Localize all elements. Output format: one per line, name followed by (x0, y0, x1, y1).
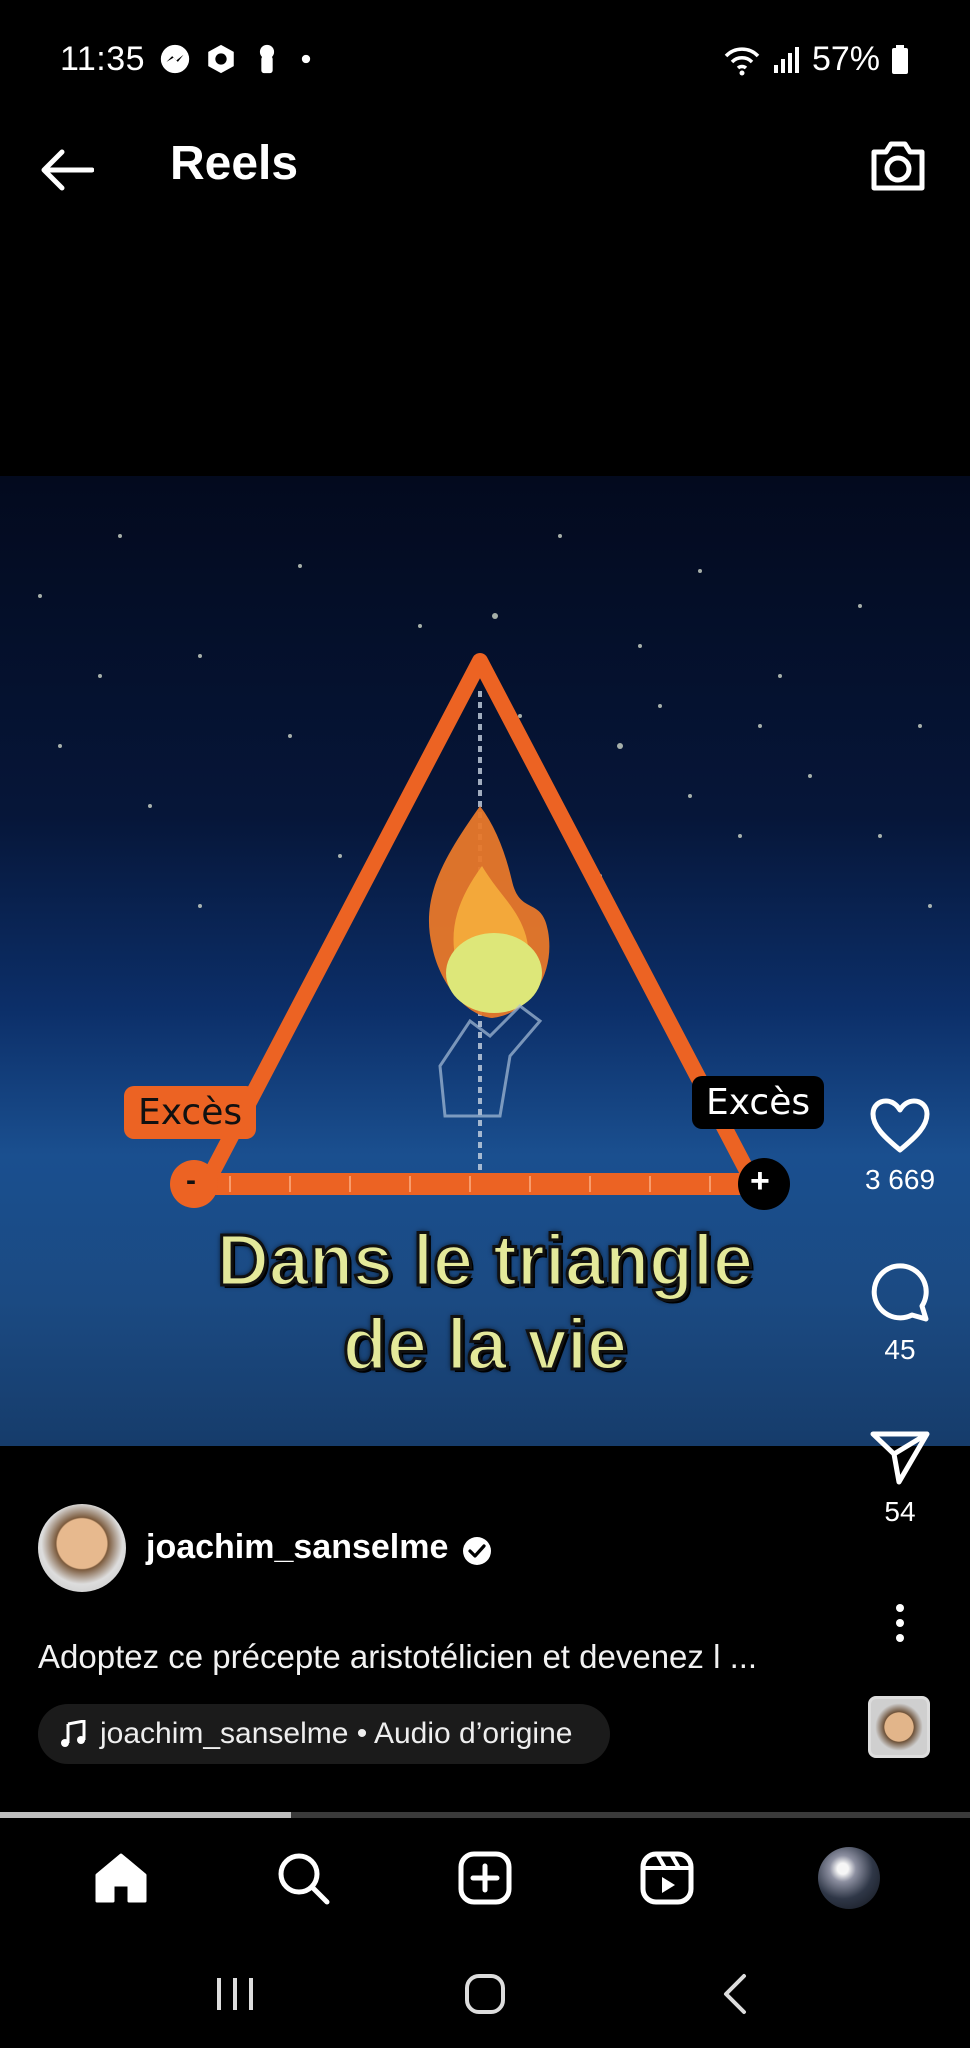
system-navigation-bar (0, 1940, 970, 2048)
page-title: Reels (170, 137, 299, 190)
minus-sign: - (186, 1164, 196, 1197)
status-bar: 11:35 57% (0, 0, 970, 120)
wifi-icon (724, 46, 760, 75)
keyhole-icon (259, 44, 275, 74)
app-icon (208, 44, 234, 74)
back-chevron-icon (724, 1974, 746, 2014)
bottom-nav (0, 1818, 970, 1938)
heart-icon[interactable] (869, 1098, 931, 1154)
home-icon (95, 1853, 147, 1903)
like-action[interactable]: 3 669 (850, 1098, 950, 1196)
video-caption-line-2: de la vie (341, 1304, 628, 1387)
dot-icon (301, 54, 311, 64)
music-note-icon (61, 1720, 86, 1747)
audio-pill[interactable]: joachim_sanselme • Audio d’origine (38, 1704, 611, 1764)
system-home-button[interactable] (445, 1959, 525, 2029)
label-exces-right: Excès (692, 1076, 825, 1129)
system-back-button[interactable] (695, 1959, 775, 2029)
reel-video[interactable]: Excès Excès - + Dans le triangle de la v… (0, 476, 970, 1446)
status-system-icons: 57% (722, 40, 910, 79)
search-icon (278, 1853, 330, 1905)
arrow-left-icon (41, 149, 94, 191)
audio-label: joachim_sanselme • Audio d’origine (100, 1717, 573, 1750)
like-count: 3 669 (864, 1164, 936, 1195)
nav-home[interactable] (81, 1838, 161, 1918)
create-icon (458, 1851, 512, 1905)
comment-icon[interactable] (868, 1260, 932, 1324)
share-count: 54 (884, 1496, 916, 1527)
home-circle-icon (465, 1974, 505, 2014)
comment-count: 45 (884, 1334, 916, 1365)
messenger-icon (160, 44, 190, 74)
status-time: 11:35 (60, 40, 146, 78)
comment-action[interactable]: 45 (850, 1260, 950, 1366)
post-caption[interactable]: Adoptez ce précepte aristotélicien et de… (38, 1638, 757, 1676)
nav-profile[interactable] (809, 1838, 889, 1918)
nav-create[interactable] (445, 1838, 525, 1918)
signal-icon (773, 46, 799, 73)
camera-button[interactable] (862, 130, 934, 202)
more-options-button[interactable] (870, 1598, 930, 1648)
recent-apps-button[interactable] (195, 1959, 275, 2029)
back-button[interactable] (34, 138, 98, 202)
more-dot-icon (896, 1604, 904, 1612)
camera-icon (871, 141, 925, 191)
reels-icon (640, 1851, 694, 1905)
profile-avatar (818, 1847, 880, 1909)
audio-thumbnail[interactable] (868, 1696, 930, 1758)
battery-icon (892, 44, 908, 74)
nav-search[interactable] (263, 1838, 343, 1918)
more-dot-icon (896, 1619, 904, 1627)
nav-reels[interactable] (627, 1838, 707, 1918)
video-caption-line-1: Dans le triangle (215, 1220, 754, 1303)
verified-badge-icon (463, 1537, 491, 1565)
label-exces-left: Excès (124, 1086, 257, 1139)
recent-apps-icon (217, 1978, 253, 2010)
author-username[interactable]: joachim_sanselme (146, 1528, 448, 1567)
plus-sign: + (750, 1162, 770, 1200)
send-icon[interactable] (869, 1428, 931, 1486)
share-action[interactable]: 54 (850, 1428, 950, 1528)
status-notification-icons (158, 42, 316, 76)
more-dot-icon (896, 1634, 904, 1642)
author-avatar[interactable] (38, 1504, 126, 1592)
battery-percent: 57% (811, 40, 880, 78)
